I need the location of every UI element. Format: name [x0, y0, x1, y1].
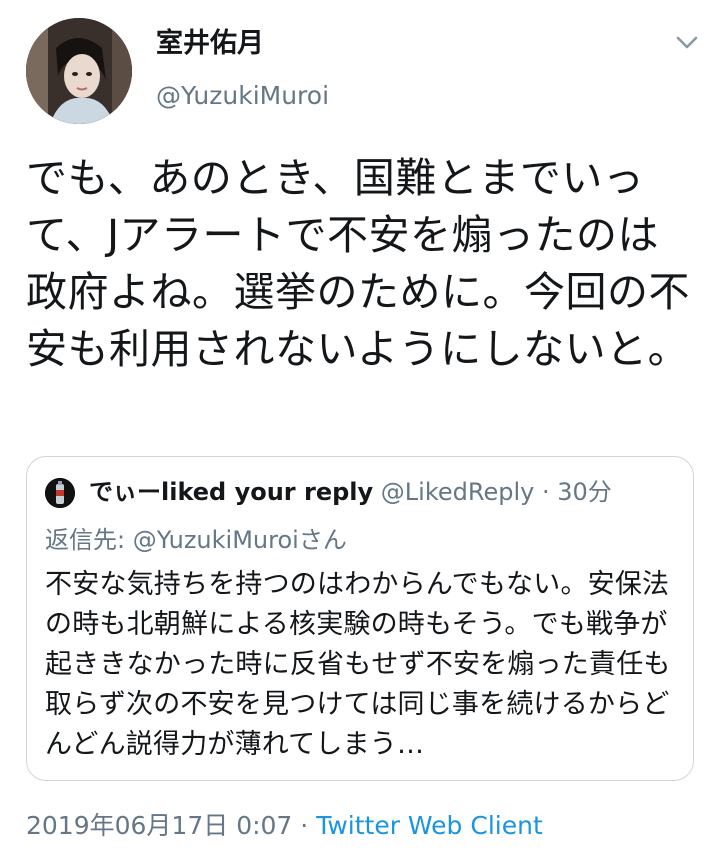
quote-author-name[interactable]: でぃーliked your reply [89, 478, 373, 506]
author-handle[interactable]: @YuzukiMuroi [156, 80, 329, 112]
quote-separator: · [534, 478, 558, 506]
chevron-down-icon[interactable] [672, 30, 702, 54]
quote-avatar-image [45, 478, 75, 508]
quote-avatar[interactable] [45, 478, 75, 508]
quote-header: でぃーliked your reply @LikedReply · 30分 [89, 475, 612, 509]
tweet: 室井佑月 @YuzukiMuroi でも、あのとき、国難とまでいって、Jアラート… [0, 0, 720, 856]
tweet-footer: 2019年06月17日 0:07 · Twitter Web Client [26, 808, 543, 844]
quoted-tweet-card[interactable]: でぃーliked your reply @LikedReply · 30分 返信… [26, 456, 694, 781]
avatar[interactable] [26, 18, 132, 124]
quote-timestamp[interactable]: 30分 [557, 478, 612, 506]
footer-separator: · [292, 811, 317, 840]
tweet-text: でも、あのとき、国難とまでいって、Jアラートで不安を煽ったのは政府よね。選挙のた… [26, 154, 690, 373]
quote-text: 不安な気持ちを持つのはわからんでもない。安保法の時も北朝鮮による核実験の時もそう… [45, 569, 671, 760]
client-link[interactable]: Twitter Web Client [316, 811, 543, 840]
tweet-timestamp[interactable]: 2019年06月17日 0:07 [26, 811, 292, 840]
quote-author-handle[interactable]: @LikedReply [381, 478, 535, 506]
quote-reply-to: 返信先: @YuzukiMuroiさん [45, 526, 347, 554]
author-display-name[interactable]: 室井佑月 [156, 26, 264, 62]
avatar-photo [26, 18, 132, 124]
